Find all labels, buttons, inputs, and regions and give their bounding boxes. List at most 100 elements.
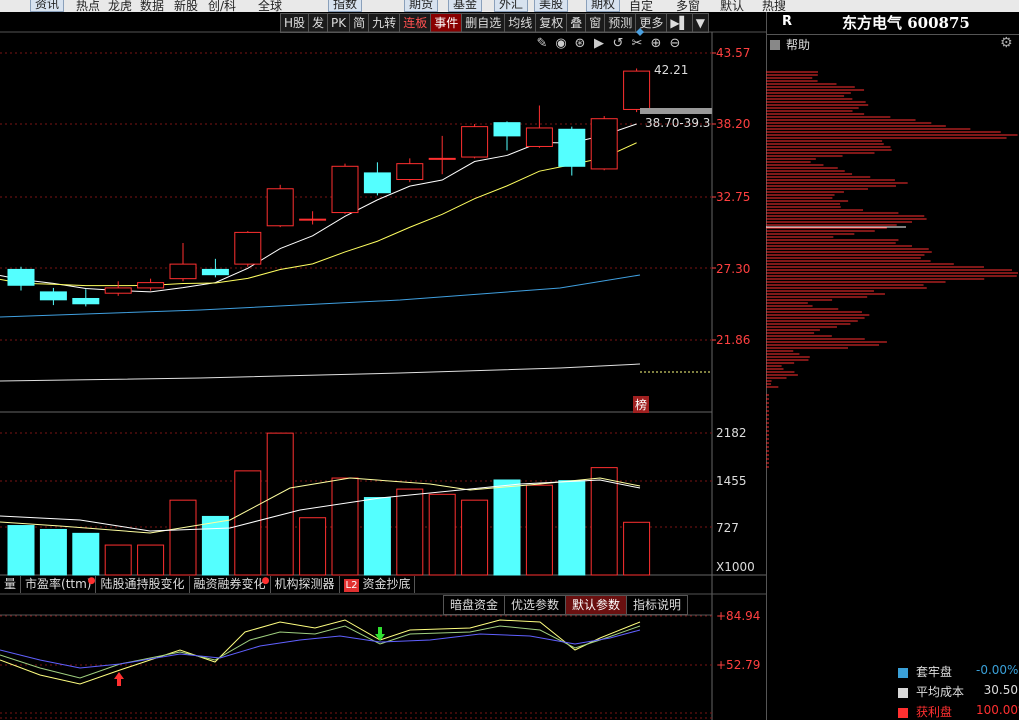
help-icon bbox=[770, 40, 780, 50]
volume-bar bbox=[299, 517, 327, 576]
indicator-line bbox=[0, 629, 641, 669]
candle-body bbox=[169, 263, 197, 280]
indicator-tab[interactable]: 陆股通持股变化 bbox=[96, 576, 190, 593]
indicator-tab[interactable]: 融资融券变化 ● bbox=[190, 576, 271, 593]
indicator-tab[interactable]: 机构探测器 bbox=[271, 576, 340, 593]
new-dot-icon: ● bbox=[87, 576, 96, 586]
legend-label: 套牢盘 bbox=[916, 665, 953, 679]
new-dot-icon: ● bbox=[261, 576, 270, 586]
candle-body bbox=[299, 218, 327, 221]
price-marker-bar bbox=[640, 108, 712, 114]
axis-tick-label: 27.30 bbox=[716, 262, 751, 276]
param-tab[interactable]: 指标说明 bbox=[626, 595, 689, 615]
chip-legend-row: 套牢盘 -0.00% bbox=[898, 663, 1018, 680]
param-tab[interactable]: 优选参数 bbox=[504, 595, 567, 615]
rank-badge[interactable]: 榜 bbox=[633, 396, 650, 413]
candle-body bbox=[525, 127, 553, 147]
volume-bar bbox=[72, 532, 100, 576]
stock-tag: R bbox=[782, 14, 793, 29]
volume-bar bbox=[590, 467, 618, 576]
candle-body bbox=[428, 157, 456, 160]
axis-tick-label: 38.20 bbox=[716, 117, 751, 131]
volume-bar bbox=[201, 515, 229, 576]
axis-tick-label: +52.79 bbox=[716, 658, 761, 672]
ma-line bbox=[0, 142, 637, 287]
legend-value: 100.00% bbox=[976, 703, 1019, 717]
indicator-tab[interactable]: L2 资金抄底 bbox=[340, 576, 416, 593]
indicator-tab-label: 市盈率(ttm) bbox=[25, 577, 92, 591]
axis-tick-label: 2182 bbox=[716, 426, 747, 440]
legend-value: 30.50 bbox=[983, 683, 1018, 697]
ma-line bbox=[0, 123, 637, 293]
candle-body bbox=[461, 126, 489, 158]
help-link[interactable]: 帮助 bbox=[770, 36, 810, 53]
volume-bar bbox=[493, 479, 521, 576]
indicator-tab-label: 陆股通持股变化 bbox=[100, 577, 185, 591]
high-price-label: 42.21 bbox=[654, 63, 689, 77]
candle-body bbox=[493, 122, 521, 137]
param-tab[interactable]: 暗盘资金 bbox=[443, 595, 506, 615]
volume-bar bbox=[428, 493, 456, 576]
indicator-line bbox=[0, 625, 641, 679]
axis-tick-label: 1455 bbox=[716, 474, 747, 488]
candle-body bbox=[558, 128, 586, 167]
volume-bar bbox=[7, 525, 35, 576]
candle-body bbox=[7, 268, 35, 286]
ma-line bbox=[0, 363, 641, 382]
chip-legend-row: 平均成本 30.50 bbox=[898, 683, 1018, 700]
gear-icon[interactable]: ⚙ bbox=[1000, 35, 1013, 51]
indicator-tab[interactable]: 市盈率(ttm) ● bbox=[21, 576, 97, 593]
volume-bar bbox=[558, 480, 586, 576]
candle-body bbox=[396, 163, 424, 181]
axis-tick-label: 727 bbox=[716, 521, 739, 535]
volume-bar bbox=[363, 497, 391, 576]
volume-bar bbox=[525, 484, 553, 576]
volume-bar bbox=[137, 544, 165, 576]
range-label: 38.70-39.3 bbox=[645, 116, 711, 130]
indicator-tab-label: 量 bbox=[4, 577, 17, 591]
volume-bar bbox=[461, 499, 489, 576]
volume-bar bbox=[623, 521, 651, 576]
param-tabs: 暗盘资金 优选参数 默认参数 指标说明 bbox=[443, 595, 689, 615]
indicator-tab-label: 机构探测器 bbox=[274, 577, 335, 591]
candle-body bbox=[266, 188, 294, 227]
candle-body bbox=[137, 282, 165, 289]
axis-tick-label: 21.86 bbox=[716, 333, 751, 347]
chip-distribution bbox=[766, 71, 1018, 468]
legend-swatch bbox=[898, 687, 908, 698]
marker-diamond bbox=[636, 28, 644, 36]
candle-body bbox=[363, 172, 391, 194]
legend-value: -0.00% bbox=[976, 663, 1019, 677]
axis-tick-label: +84.94 bbox=[716, 609, 761, 623]
candle-body bbox=[39, 291, 67, 301]
candle-body bbox=[104, 287, 132, 294]
volume-unit: X1000 bbox=[716, 560, 755, 574]
candle-body bbox=[72, 297, 100, 305]
l2-badge: L2 bbox=[343, 579, 360, 592]
chip-legend-row: 获利盘 100.00% bbox=[898, 703, 1019, 720]
indicator-tabs: 量市盈率(ttm) ● 陆股通持股变化 融资融券变化 ● 机构探测器 L2 资金抄底 bbox=[0, 576, 416, 594]
legend-swatch bbox=[898, 707, 908, 718]
axis-tick-label: 32.75 bbox=[716, 190, 751, 204]
param-tab[interactable]: 默认参数 bbox=[565, 595, 628, 615]
ma-line bbox=[0, 274, 641, 318]
indicator-line bbox=[0, 619, 641, 685]
volume-bar bbox=[331, 477, 359, 576]
candle-body bbox=[201, 268, 229, 276]
volume-bar bbox=[396, 488, 424, 576]
axis-tick-label: 43.57 bbox=[716, 46, 751, 60]
volume-bar bbox=[266, 432, 294, 576]
candle-body bbox=[234, 231, 262, 265]
candle-body bbox=[331, 165, 359, 214]
candle-body bbox=[623, 70, 651, 110]
legend-label: 获利盘 bbox=[916, 705, 953, 719]
legend-swatch bbox=[898, 667, 908, 678]
stock-name: 东方电气 600875 bbox=[842, 14, 970, 32]
indicator-tab-label: 资金抄底 bbox=[362, 577, 411, 591]
volume-bar bbox=[39, 528, 67, 576]
indicator-tab[interactable]: 量 bbox=[0, 576, 22, 593]
volume-bar bbox=[169, 499, 197, 576]
buy-arrow-icon bbox=[114, 672, 124, 686]
indicator-tab-label: 融资融券变化 bbox=[193, 577, 266, 591]
help-label: 帮助 bbox=[786, 38, 811, 52]
